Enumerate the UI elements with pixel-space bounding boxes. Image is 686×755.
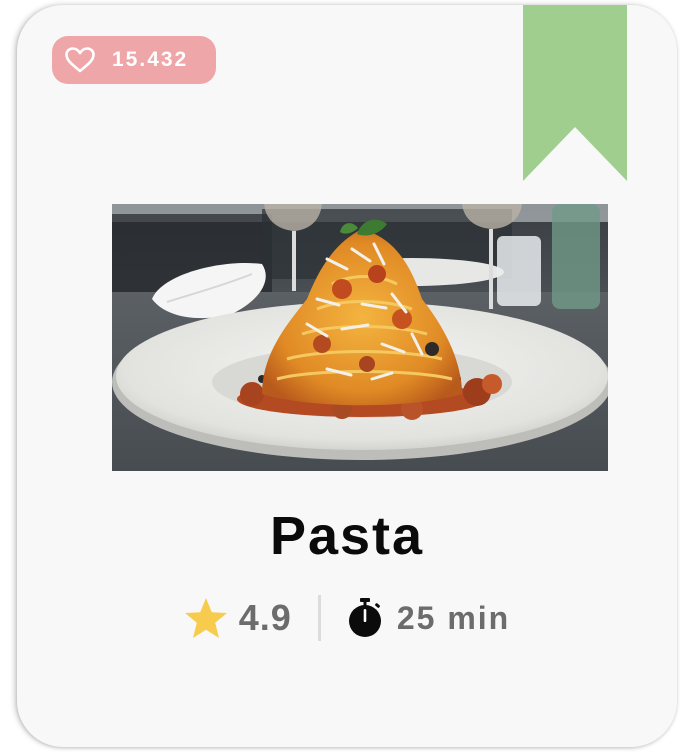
like-count: 15.432 (112, 48, 189, 71)
like-button[interactable]: 15.432 (52, 36, 216, 84)
recipe-title: Pasta (269, 506, 425, 566)
recipe-meta: 4.9 25 min (17, 593, 677, 643)
meta-divider (317, 595, 321, 641)
stopwatch-icon (348, 598, 381, 637)
heart-icon (65, 47, 95, 73)
recipe-card[interactable]: 15.432 Pasta 4.9 25 min (17, 5, 677, 747)
bookmark-icon[interactable] (523, 5, 627, 181)
rating-value: 4.9 (238, 597, 292, 638)
cook-time: 25 min (396, 599, 511, 636)
star-icon (184, 598, 227, 638)
recipe-photo (112, 204, 608, 471)
